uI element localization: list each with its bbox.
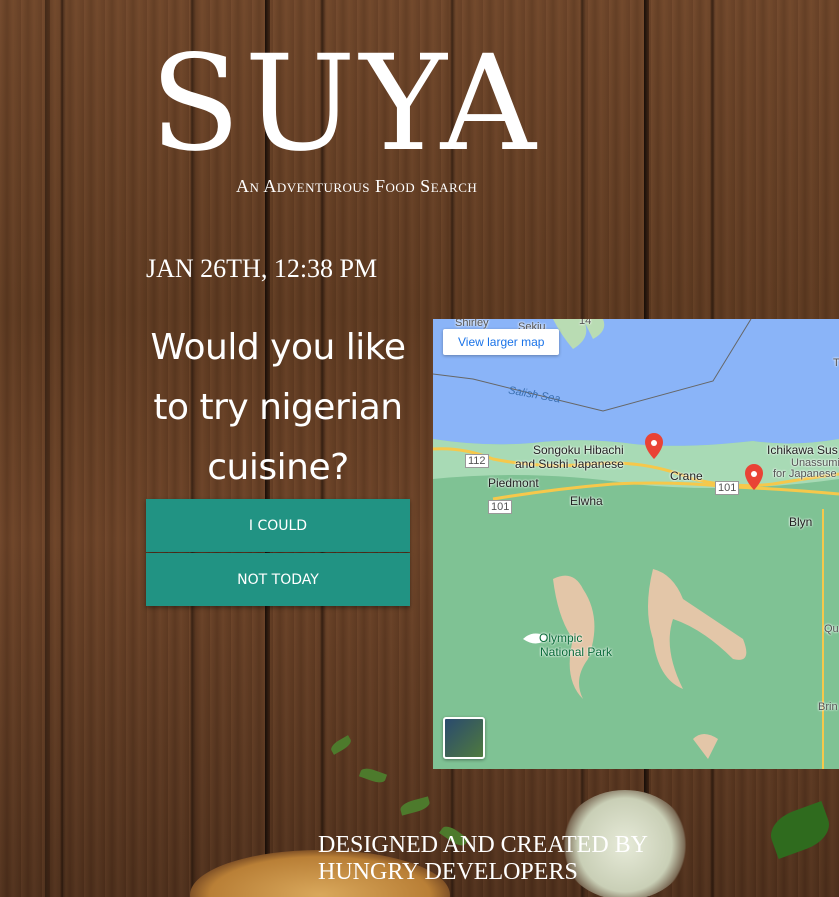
map-canvas xyxy=(433,319,839,769)
map-label-shirley: Shirley xyxy=(455,319,489,329)
decline-cuisine-button[interactable]: NOT TODAY xyxy=(146,553,410,606)
embedded-map[interactable]: Shirley Sekiu 14 Salish Sea Songoku Hiba… xyxy=(433,319,839,769)
map-label-edge-qu: Qu xyxy=(824,623,839,635)
cuisine-question: Would you like to try nigerian cuisine? xyxy=(150,327,406,488)
map-label-national-park: National Park xyxy=(540,645,613,659)
map-route-112: 112 xyxy=(465,454,489,468)
brand-tagline: An Adventurous Food Search xyxy=(236,176,478,196)
herb-leaf-decoration xyxy=(398,796,432,816)
map-route-14: 14 xyxy=(579,319,592,327)
map-label-piedmont: Piedmont xyxy=(488,476,539,490)
map-label-songoku-2: and Sushi Japanese xyxy=(515,457,624,471)
map-label-ichikawa: Ichikawa Sus xyxy=(767,443,838,457)
map-label-songoku: Songoku Hibachi xyxy=(533,443,624,457)
map-label-edge-t: T xyxy=(833,357,839,369)
map-label-ichikawa-3: for Japanese xyxy=(773,468,837,480)
herb-leaf-decoration xyxy=(764,800,836,860)
map-route-101-east: 101 xyxy=(715,481,740,495)
map-label-blyn: Blyn xyxy=(789,515,813,529)
view-larger-map-link[interactable]: View larger map xyxy=(443,329,560,355)
footer-credit-line1: DESIGNED AND CREATED BY xyxy=(318,832,648,858)
map-label-elwha: Elwha xyxy=(570,494,603,508)
map-label-edge-brin: Brin xyxy=(818,701,838,713)
herb-leaf-decoration xyxy=(358,765,388,786)
brand-title: SUYA xyxy=(150,27,540,181)
accept-cuisine-button[interactable]: I COULD xyxy=(146,499,410,552)
wood-seam xyxy=(45,0,50,897)
current-datetime: JAN 26TH, 12:38 PM xyxy=(146,254,378,283)
footer-credit-line2: HUNGRY DEVELOPERS xyxy=(318,859,578,885)
map-label-olympic: Olympic xyxy=(539,631,583,645)
map-route-101-west: 101 xyxy=(488,500,513,514)
herb-leaf-decoration xyxy=(328,735,354,755)
map-label-crane: Crane xyxy=(670,469,703,483)
satellite-toggle-thumbnail[interactable] xyxy=(443,717,485,759)
footer-credit: DESIGNED AND CREATED BY HUNGRY DEVELOPER… xyxy=(318,832,648,886)
